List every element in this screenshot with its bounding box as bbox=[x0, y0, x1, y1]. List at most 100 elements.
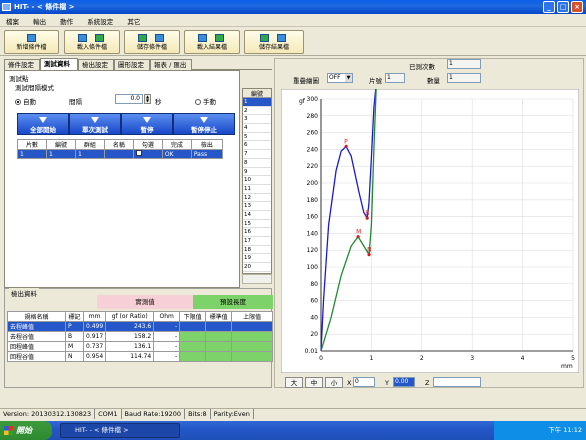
detect-row[interactable]: 回程峰值 M 0.737 136.1- bbox=[7, 341, 273, 352]
index-item[interactable]: 14 bbox=[243, 211, 271, 220]
piece-label: 片號 bbox=[369, 77, 382, 85]
detect-row[interactable]: 去程峰值 P 0.499 243.6- bbox=[7, 321, 273, 332]
radio-off-icon bbox=[195, 99, 201, 105]
tab-graph[interactable]: 圖形設定 bbox=[114, 59, 150, 70]
col-header: 規格名稱 bbox=[7, 311, 66, 322]
menu-action[interactable]: 動作 bbox=[54, 14, 79, 28]
new-condition-button[interactable]: 新增條件檔 bbox=[4, 30, 59, 54]
table-cell: 去程峰值 bbox=[7, 321, 66, 332]
stop-icon bbox=[200, 117, 208, 123]
index-item[interactable]: 1 bbox=[243, 98, 271, 107]
index-item[interactable]: 6 bbox=[243, 141, 271, 151]
zoom-small-button[interactable]: 小 bbox=[325, 377, 343, 388]
table-cell bbox=[231, 331, 273, 342]
start-all-button[interactable]: 全部開始 bbox=[17, 113, 69, 135]
col-header: 片數 bbox=[17, 139, 47, 150]
maximize-button[interactable]: □ bbox=[557, 1, 569, 13]
y-label: Y bbox=[385, 379, 389, 387]
index-item[interactable]: 17 bbox=[243, 237, 271, 246]
detect-row[interactable]: 去程谷值 B 0.917 158.2- bbox=[7, 331, 273, 342]
col-header: 標記 bbox=[65, 311, 84, 322]
marker-label: B bbox=[365, 210, 369, 217]
x-tick-label: 1 bbox=[369, 355, 373, 362]
zoom-medium-button[interactable]: 中 bbox=[305, 377, 323, 388]
col-header: 標準值 bbox=[205, 311, 233, 322]
tab-report[interactable]: 報表 / 匯出 bbox=[150, 59, 192, 70]
interval-input[interactable]: 0.0 bbox=[115, 94, 143, 104]
y-axis-label: gf bbox=[299, 98, 306, 105]
index-item[interactable]: 13 bbox=[243, 202, 271, 211]
index-item[interactable]: 10 bbox=[243, 176, 271, 185]
table-cell bbox=[205, 331, 233, 342]
index-item[interactable]: 20 bbox=[243, 263, 271, 272]
minimize-button[interactable]: _ bbox=[543, 1, 555, 13]
stop-button[interactable]: 暫停停止 bbox=[173, 113, 235, 135]
detect-row[interactable]: 回程谷值 N 0.954 114.74- bbox=[7, 351, 273, 362]
close-button[interactable]: × bbox=[571, 1, 583, 13]
load-result-button[interactable]: 載入結果檔 bbox=[184, 30, 240, 54]
table-cell bbox=[231, 341, 273, 352]
index-item[interactable]: 19 bbox=[243, 254, 271, 264]
index-item[interactable]: 12 bbox=[243, 194, 271, 203]
single-test-button[interactable]: 單次測試 bbox=[69, 113, 121, 135]
menu-output[interactable]: 輸出 bbox=[27, 14, 52, 28]
auto-radio[interactable]: 自動 bbox=[15, 96, 36, 106]
table-cell bbox=[231, 351, 273, 362]
table-cell: 0.499 bbox=[82, 321, 107, 332]
table-cell: 243.6 bbox=[105, 321, 155, 332]
col-header: 下限值 bbox=[179, 311, 207, 322]
manual-radio[interactable]: 手動 bbox=[195, 96, 216, 106]
index-item[interactable]: 16 bbox=[243, 228, 271, 237]
zoom-large-button[interactable]: 大 bbox=[285, 377, 303, 388]
table-cell: 回程峰值 bbox=[7, 341, 66, 352]
taskbar-app-item[interactable]: HIT- - < 條件檔 > bbox=[60, 423, 180, 438]
y-tick-label: 80 bbox=[310, 281, 318, 288]
index-item[interactable]: 9 bbox=[243, 168, 271, 177]
force-curve-chart[interactable]: 0.01204060801001201401601802002202402602… bbox=[281, 89, 579, 373]
index-item[interactable]: 3 bbox=[243, 115, 271, 125]
start-button[interactable]: 開始 bbox=[0, 421, 52, 440]
save-condition-button[interactable]: 儲存條件檔 bbox=[124, 30, 180, 54]
col-header: 上限值 bbox=[231, 311, 273, 322]
save-result-button[interactable]: 儲存結果檔 bbox=[244, 30, 304, 54]
table-cell: 1 bbox=[17, 149, 47, 159]
step-icon bbox=[91, 117, 99, 123]
tab-condition[interactable]: 條件設定 bbox=[4, 59, 40, 70]
index-item[interactable]: 15 bbox=[243, 220, 271, 229]
tab-test-data[interactable]: 測試資料 bbox=[40, 58, 78, 70]
clock: 下午 11:12 bbox=[548, 426, 582, 434]
pause-button[interactable]: 暫停 bbox=[121, 113, 173, 135]
chevron-down-icon[interactable]: ▼ bbox=[345, 74, 352, 82]
index-item[interactable]: 11 bbox=[243, 185, 271, 194]
index-item[interactable]: 2 bbox=[243, 107, 271, 116]
table-cell bbox=[179, 321, 207, 332]
menu-file[interactable]: 檔案 bbox=[0, 14, 25, 28]
overlay-select[interactable]: OFF ▼ bbox=[327, 73, 353, 83]
check-cell[interactable] bbox=[132, 149, 163, 159]
load-condition-button[interactable]: 載入條件檔 bbox=[64, 30, 120, 54]
table-row[interactable]: 1 1 1 OK Pass bbox=[17, 149, 224, 159]
y-tick-label: 200 bbox=[307, 180, 319, 187]
table-cell: 回程谷值 bbox=[7, 351, 66, 362]
index-item[interactable]: 5 bbox=[243, 133, 271, 142]
graph-panel: 已測次數 1 重疊繪圖 OFF ▼ 片號 1 數量 1 0.01 20 40 60 80 1… bbox=[274, 58, 584, 388]
toolbar: 新增條件檔 載入條件檔 儲存條件檔 載入結果檔 儲存結果檔 bbox=[0, 28, 586, 56]
interval-spinner[interactable]: ▲ ▼ bbox=[144, 94, 151, 104]
table-cell: OK bbox=[161, 149, 192, 159]
window-title: HIT- - < 條件檔 > bbox=[14, 3, 75, 11]
index-item[interactable]: 7 bbox=[243, 150, 271, 159]
menu-settings[interactable]: 系統設定 bbox=[81, 14, 119, 28]
index-item[interactable]: 8 bbox=[243, 159, 271, 168]
checkbox-icon[interactable] bbox=[135, 150, 142, 156]
index-scrollbar[interactable] bbox=[242, 274, 272, 284]
status-parity: Parity:Even bbox=[211, 409, 254, 419]
index-item[interactable]: 18 bbox=[243, 246, 271, 255]
menu-other[interactable]: 其它 bbox=[121, 14, 146, 28]
marker-label: P bbox=[344, 138, 348, 145]
tab-detect[interactable]: 檢出設定 bbox=[78, 59, 114, 70]
y-tick-label: 40 bbox=[310, 314, 318, 321]
detect-body: 去程峰值 P 0.499 243.6- 去程谷值 B 0.917 158.2- 回程峰值 M 0.7… bbox=[7, 321, 273, 362]
z-label: Z bbox=[425, 379, 430, 387]
table-cell: - bbox=[153, 321, 181, 332]
index-item[interactable]: 4 bbox=[243, 124, 271, 133]
